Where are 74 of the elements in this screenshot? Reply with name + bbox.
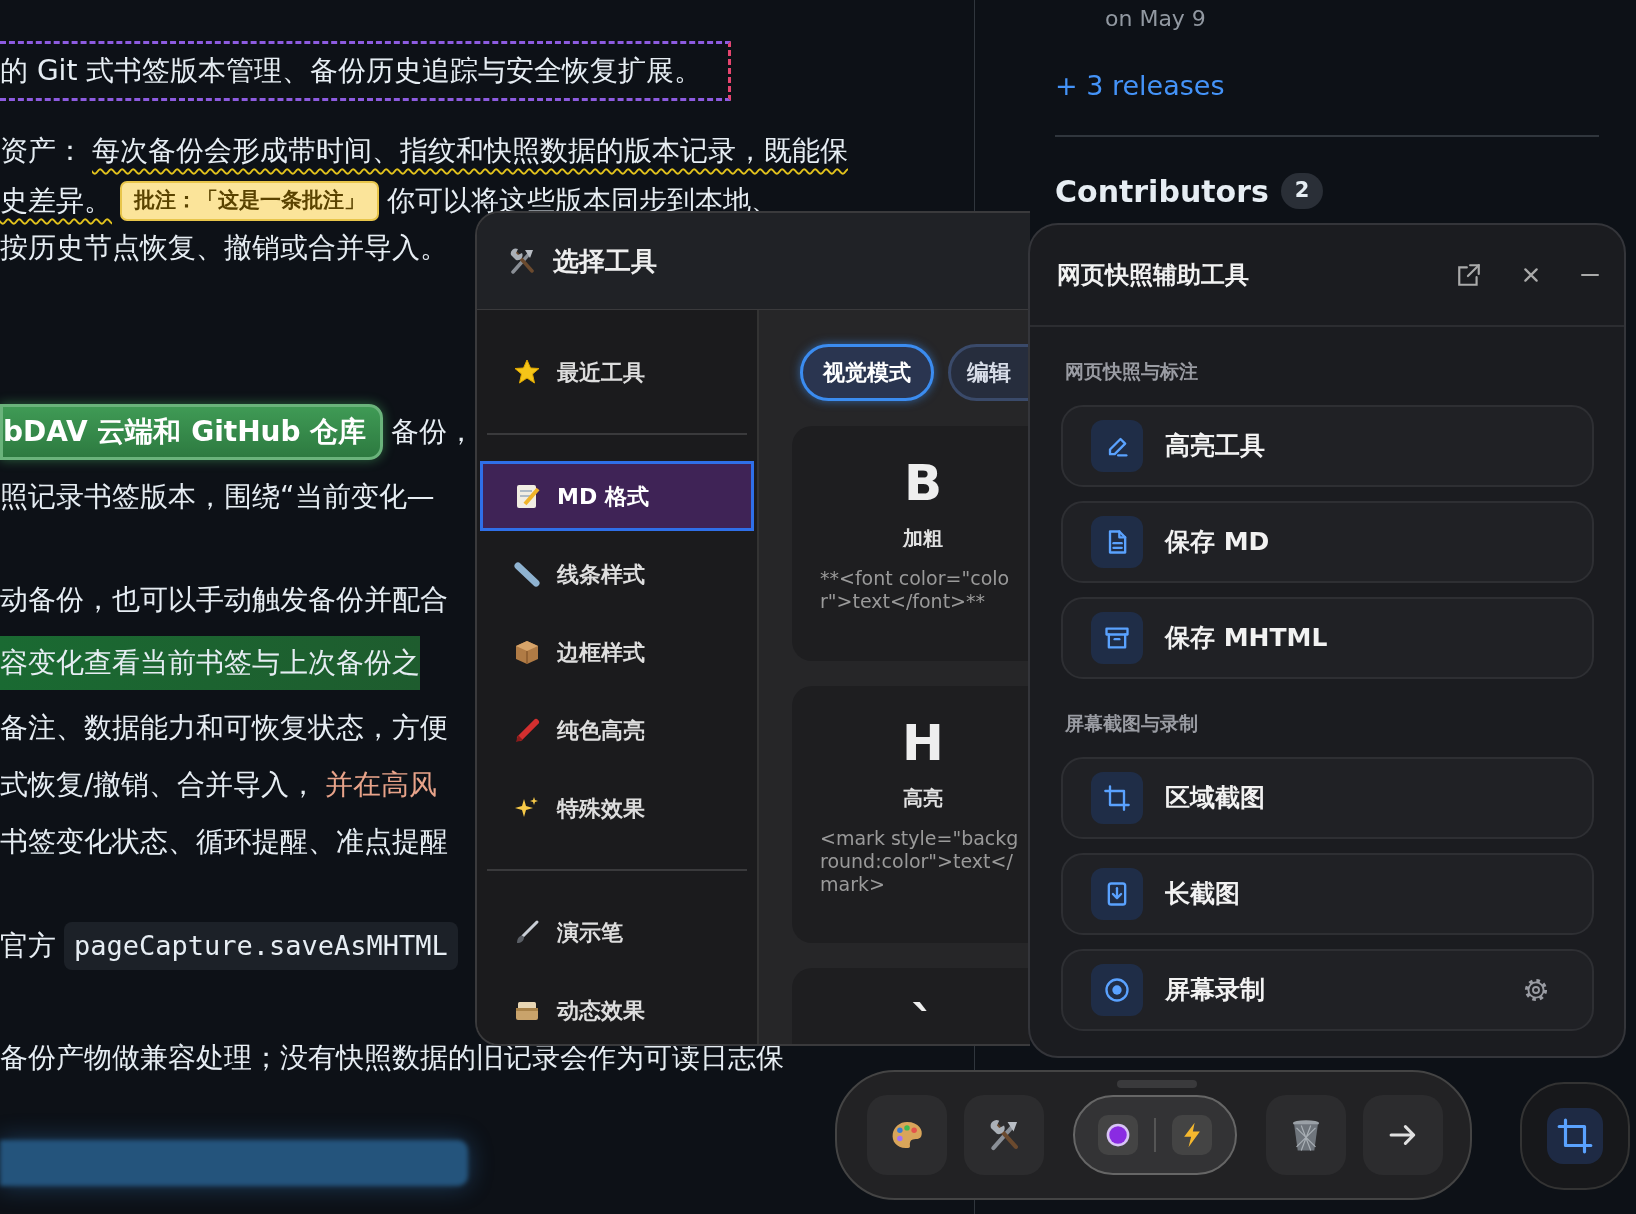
mode-tab[interactable]: 视觉模式 [800,344,934,401]
ruler-icon [513,560,541,588]
paragraph-text: 资产： [0,133,84,169]
paragraph-text: 按历史节点恢复、撤销或合并导入。 [0,230,448,266]
settings-icon[interactable] [1522,976,1550,1004]
flash-button[interactable] [1172,1115,1212,1155]
highlighted-pill-text: bDAV 云端和 GitHub 仓库 [0,404,384,460]
syntax-text: <mark style="background:color">text</mark> [820,827,1020,896]
record-dot-icon [1104,1121,1132,1149]
tool-item[interactable]: 长截图 [1061,853,1594,935]
category-item[interactable]: 最近工具 [480,337,754,407]
inline-code: pageCapture.saveAsMHTML [64,921,458,971]
drag-handle[interactable] [1117,1080,1197,1088]
next-button[interactable] [1363,1095,1443,1175]
palette-button[interactable] [867,1095,947,1175]
category-item[interactable]: 线条样式 [480,539,754,609]
tool-item[interactable]: 区域截图 [1061,757,1594,839]
release-date: on May 9 [1105,5,1207,30]
category-item[interactable]: 特殊效果 [480,773,754,843]
minimize-icon [1580,273,1600,277]
format-glyph: H [901,716,945,771]
format-glyph: ` [909,998,937,1044]
section-heading: 网页快照与标注 [1065,358,1199,384]
category-item[interactable]: 动态效果 [480,975,754,1044]
tool-item[interactable]: 保存 MD [1061,501,1594,583]
tool-item[interactable]: 屏幕录制 [1061,949,1594,1031]
external-link-icon [1456,262,1482,288]
paragraph-text: 官方 [0,928,56,964]
count-badge: 2 [1280,173,1324,209]
paragraph-text: 备注、数据能力和可恢复状态，方便 [0,710,448,746]
accent-text: 并在高风 [325,767,438,803]
category-item[interactable]: 边框样式 [480,617,754,687]
minimize-button[interactable] [1580,273,1600,277]
paragraph-text: 式恢复/撤销、合并导入， [0,767,318,803]
paragraph-text: 照记录书签版本，围绕“当前变化— [0,479,435,515]
trash-button[interactable] [1266,1095,1346,1175]
underlined-text: 每次备份会形成带时间、指纹和快照数据的版本记录，既能保 [92,133,848,169]
box-icon [513,638,541,666]
crop-icon [1103,784,1131,812]
format-card[interactable]: H 高亮 <mark style="background:color">text</mark> [792,686,1030,943]
crop-icon [1556,1117,1594,1155]
syntax-text: **<font color="color">text</font>** [820,567,1011,613]
tools-button[interactable] [964,1095,1044,1175]
format-label: 加粗 [902,525,944,552]
mode-tab[interactable]: 编辑 [948,344,1030,401]
highlighted-text: 容变化查看当前书签与上次备份之 [0,636,420,690]
open-external-button[interactable] [1456,262,1482,288]
category-item[interactable]: MD 格式 [480,461,754,531]
paragraph-text: 书签变化状态、循环提醒、准点提醒 [0,824,448,860]
category-item[interactable]: 演示笔 [480,897,754,967]
format-glyph: B [902,456,944,511]
close-icon [1522,266,1540,284]
panel-title: 网页快照辅助工具 [1057,260,1249,291]
format-card[interactable]: ` [792,968,1030,1044]
annotation-tag: 批注：「这是一条批注」 [120,181,379,221]
window-title: 选择工具 [553,244,657,278]
crop-button[interactable] [1520,1082,1630,1190]
paragraph-text: 动备份，也可以手动触发备份并配合 [0,582,448,618]
framed-heading-text: 的 Git 式书签版本管理、备份历史追踪与安全恢复扩展。 [0,41,732,101]
crayon-icon [513,716,541,744]
section-heading: 屏幕截图与录制 [1065,710,1199,736]
record-icon [1103,976,1131,1004]
star-icon [513,358,541,386]
section-heading: Contributors [1055,172,1269,211]
paragraph-text: 备份， [391,414,476,450]
releases-link[interactable]: + 3 releases [1055,66,1225,107]
format-label: 高亮 [902,785,944,812]
category-item[interactable]: 纯色高亮 [480,695,754,765]
record-button[interactable] [1098,1115,1138,1155]
close-button[interactable] [1522,266,1540,284]
tool-item[interactable]: 高亮工具 [1061,405,1594,487]
tool-item[interactable]: 保存 MHTML [1061,597,1594,679]
underlined-text: 史差异。 [0,183,112,219]
format-card[interactable]: B 加粗 **<font color="color">text</font>** [792,426,1030,661]
